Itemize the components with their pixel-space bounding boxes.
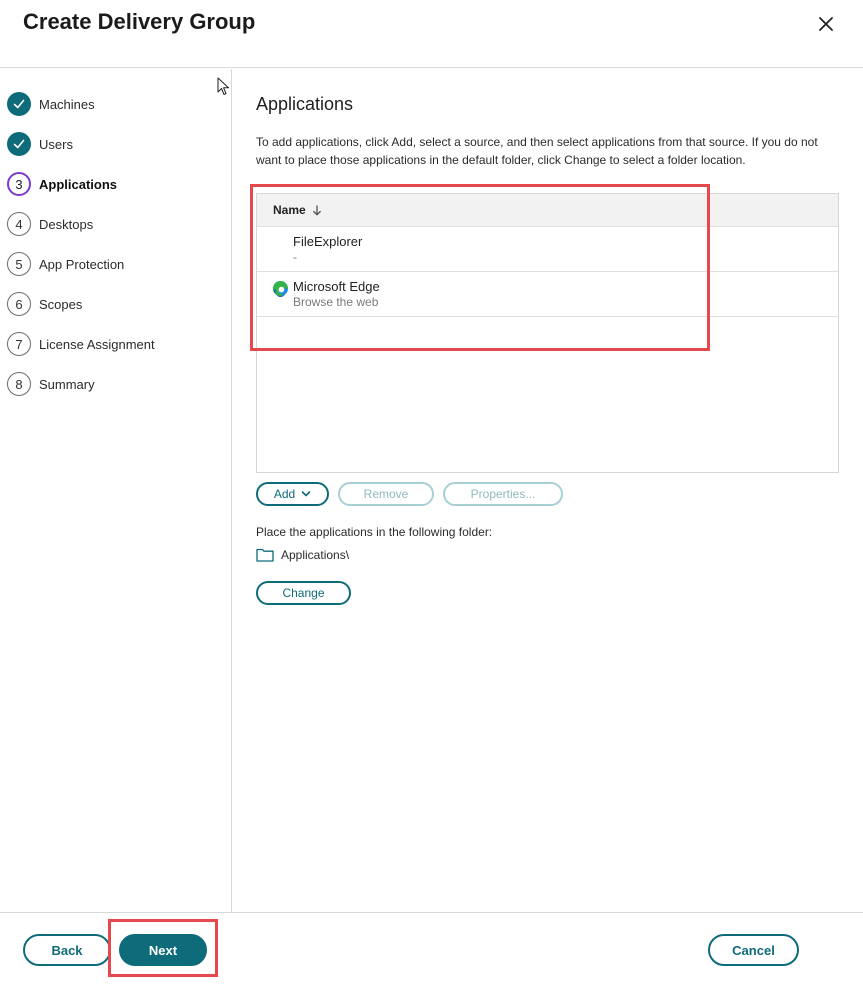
step-applications[interactable]: 3 Applications	[7, 171, 117, 197]
step-number: 3	[7, 172, 31, 196]
section-title: Applications	[256, 94, 354, 114]
next-button[interactable]: Next	[119, 934, 207, 966]
step-license-assignment[interactable]: 7 License Assignment	[7, 331, 155, 357]
folder-path: Applications\	[281, 547, 350, 562]
table-row[interactable]: Microsoft Edge Browse the web	[257, 272, 838, 317]
applications-table: Name FileExplorer - Microsoft Edge Brows…	[256, 193, 839, 473]
column-header-name[interactable]: Name	[257, 194, 838, 227]
dialog-header: Create Delivery Group	[0, 0, 863, 68]
back-button[interactable]: Back	[23, 934, 111, 966]
app-description: -	[293, 250, 297, 264]
wizard-steps-sidebar: Machines Users 3 Applications 4 Desktops…	[0, 69, 232, 912]
edge-icon	[272, 280, 289, 297]
step-scopes[interactable]: 6 Scopes	[7, 291, 82, 317]
folder-path-row: Applications\	[256, 547, 349, 562]
sort-arrow-down-icon	[312, 204, 322, 216]
cancel-button[interactable]: Cancel	[708, 934, 799, 966]
dialog-title: Create Delivery Group	[23, 9, 256, 34]
step-label: Summary	[39, 376, 95, 392]
properties-button[interactable]: Properties...	[443, 482, 563, 506]
step-label: App Protection	[39, 256, 125, 272]
app-description: Browse the web	[293, 295, 379, 309]
step-number: 7	[7, 332, 31, 356]
step-label: Desktops	[39, 216, 94, 232]
main-panel: Applications To add applications, click …	[233, 69, 863, 912]
step-label: License Assignment	[39, 336, 155, 352]
folder-instruction: Place the applications in the following …	[256, 525, 493, 539]
chevron-down-icon	[301, 491, 311, 497]
change-folder-button[interactable]: Change	[256, 581, 351, 605]
step-number: 8	[7, 372, 31, 396]
folder-icon	[256, 548, 274, 562]
column-header-label: Name	[273, 203, 306, 217]
step-label: Applications	[39, 176, 118, 192]
add-button-label: Add	[273, 487, 296, 501]
step-label: Scopes	[39, 296, 83, 312]
step-number: 5	[7, 252, 31, 276]
step-label: Users	[39, 136, 73, 152]
table-row[interactable]: FileExplorer -	[257, 227, 838, 272]
checkmark-icon	[7, 132, 31, 156]
step-number: 6	[7, 292, 31, 316]
step-number: 4	[7, 212, 31, 236]
table-actions: Add Remove Properties...	[256, 482, 563, 506]
app-name: Microsoft Edge	[293, 279, 380, 294]
section-description: To add applications, click Add, select a…	[256, 135, 818, 167]
add-button[interactable]: Add	[256, 482, 329, 506]
step-machines[interactable]: Machines	[7, 91, 95, 117]
close-icon	[819, 17, 833, 31]
step-summary[interactable]: 8 Summary	[7, 371, 95, 397]
step-app-protection[interactable]: 5 App Protection	[7, 251, 124, 277]
step-label: Machines	[39, 96, 95, 112]
step-desktops[interactable]: 4 Desktops	[7, 211, 93, 237]
checkmark-icon	[7, 92, 31, 116]
dialog-footer: Back Next Cancel	[0, 912, 863, 986]
app-name: FileExplorer	[293, 234, 363, 249]
remove-button[interactable]: Remove	[338, 482, 434, 506]
close-button[interactable]	[812, 10, 840, 38]
step-users[interactable]: Users	[7, 131, 73, 157]
